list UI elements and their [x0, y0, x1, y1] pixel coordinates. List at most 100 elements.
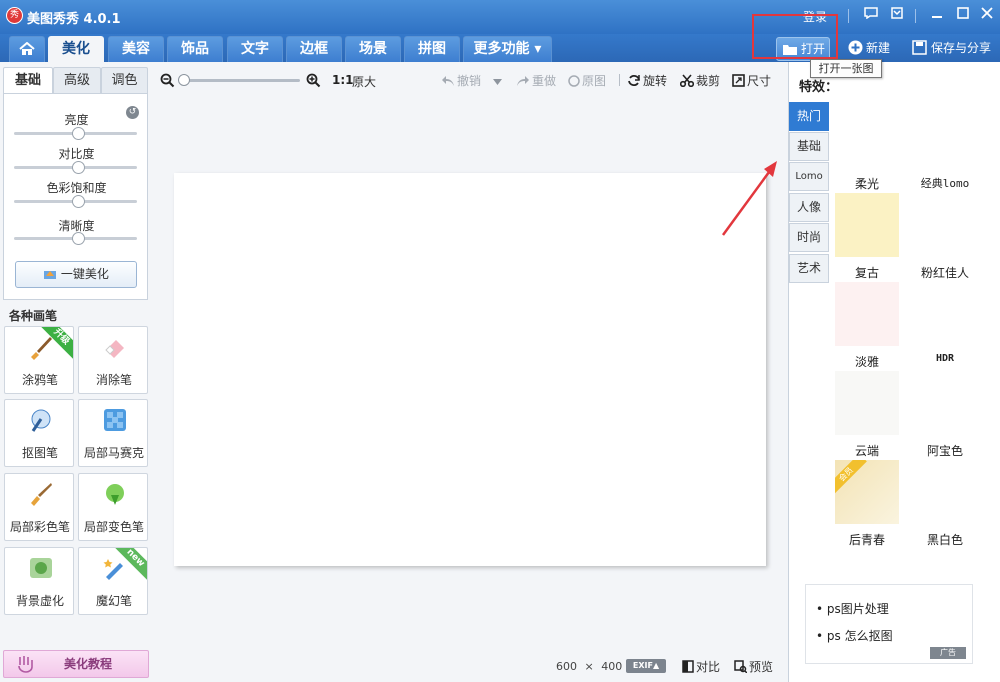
color-brush-button[interactable]: 局部彩色笔 [4, 473, 74, 541]
image-height: 400 [601, 660, 623, 673]
tab-beauty[interactable]: 美容 [108, 36, 164, 62]
effect-abao-color[interactable]: 阿宝色 [909, 365, 981, 458]
preview-icon [734, 660, 747, 673]
effect-cloud[interactable]: 云端 会员 [831, 365, 903, 524]
magic-pen-icon [103, 559, 123, 580]
subtab-color[interactable]: 调色 [101, 67, 148, 93]
skin-icon[interactable] [888, 7, 906, 23]
doodle-brush-button[interactable]: 升级 涂鸦笔 [4, 326, 74, 394]
chevron-down-icon [493, 79, 502, 85]
redo-button[interactable]: 重做 [516, 72, 556, 89]
effect-pink-lady[interactable]: 粉红佳人 [909, 187, 981, 280]
undo-button[interactable]: 撤销 [441, 72, 481, 89]
tab-frame[interactable]: 边框 [286, 36, 342, 62]
original-image-button[interactable]: 原图 [568, 72, 606, 89]
effect-elegant[interactable]: 淡雅 [831, 276, 903, 435]
brushes-title: 各种画笔 [9, 309, 58, 323]
new-button[interactable]: 新建 [848, 37, 890, 59]
sharpness-slider[interactable] [14, 232, 137, 245]
dimension-times: × [584, 660, 594, 673]
tab-accessories[interactable]: 饰品 [167, 36, 223, 62]
crop-label: 裁剪 [696, 74, 721, 88]
undo-icon [442, 76, 454, 86]
brush-label: 涂鸦笔 [21, 373, 58, 387]
rotate-icon [628, 75, 640, 86]
ad-link-2[interactable]: • ps 怎么抠图 [816, 627, 893, 644]
one-click-label: 一键美化 [60, 267, 109, 281]
crop-button[interactable]: 裁剪 [680, 72, 720, 89]
rotate-button[interactable]: 旋转 [627, 72, 667, 89]
message-icon[interactable] [862, 7, 880, 23]
contrast-slider[interactable] [14, 161, 137, 174]
eraser-icon [105, 340, 124, 358]
app-logo-icon: 秀 [6, 7, 23, 24]
mosaic-brush-button[interactable]: 局部马赛克 [78, 399, 148, 467]
exif-button[interactable]: EXIF▲ [626, 659, 666, 673]
effect-hdr[interactable]: HDR [909, 276, 981, 364]
effect-soft-light[interactable]: 柔光 [831, 98, 903, 257]
category-lomo[interactable]: Lomo [789, 162, 829, 191]
brightness-slider[interactable] [14, 127, 137, 140]
slider-knob[interactable] [72, 195, 85, 208]
image-canvas[interactable] [174, 173, 766, 566]
cutout-brush-button[interactable]: 抠图笔 [4, 399, 74, 467]
slider-knob[interactable] [72, 127, 85, 140]
actual-size-button[interactable]: 1:1 [332, 73, 354, 87]
effect-retro[interactable]: 复古 [831, 187, 903, 346]
close-icon[interactable] [978, 7, 996, 23]
category-fashion[interactable]: 时尚 [789, 223, 829, 252]
subtab-advanced[interactable]: 高级 [53, 67, 101, 93]
zoom-slider-knob[interactable] [178, 74, 190, 86]
ad-link-text: ps 怎么抠图 [826, 629, 893, 643]
slider-knob[interactable] [72, 232, 85, 245]
background-blur-button[interactable]: 背景虚化 [4, 547, 74, 615]
tab-collage[interactable]: 拼图 [404, 36, 460, 62]
paintbrush-icon [31, 337, 52, 360]
eraser-brush-button[interactable]: 消除笔 [78, 326, 148, 394]
brush-label: 抠图笔 [21, 446, 58, 460]
tab-more-features[interactable]: 更多功能 ▾ [463, 36, 552, 62]
color-change-brush-button[interactable]: 局部变色笔 [78, 473, 148, 541]
undo-dropdown[interactable] [493, 72, 504, 86]
tab-beautify[interactable]: 美化 [48, 36, 104, 62]
home-icon [19, 41, 35, 55]
effect-black-white[interactable]: 黑白色 [909, 454, 981, 547]
zoom-slider[interactable] [182, 79, 300, 82]
preview-label: 预览 [749, 660, 774, 674]
minimize-icon[interactable] [928, 7, 946, 23]
category-art[interactable]: 艺术 [789, 254, 829, 283]
zoom-in-icon[interactable] [306, 73, 321, 88]
edit-toolbar: 1:1 原大 撤销 重做 原图 旋转 裁剪 尺寸 [154, 62, 784, 98]
tab-text[interactable]: 文字 [227, 36, 283, 62]
tab-scene[interactable]: 场景 [345, 36, 401, 62]
beautify-tutorial-button[interactable]: 美化教程 [3, 650, 149, 678]
image-dimensions: 600 × 400 [556, 660, 622, 673]
one-click-beautify-button[interactable]: 一键美化 [15, 261, 137, 288]
magic-brush-button[interactable]: new 魔幻笔 [78, 547, 148, 615]
ad-link-1[interactable]: • ps图片处理 [816, 600, 889, 617]
new-button-label: 新建 [866, 41, 891, 55]
effect-youth[interactable]: 后青春 [831, 454, 903, 547]
slider-knob[interactable] [72, 161, 85, 174]
toolbar-separator [619, 74, 620, 86]
original-size-label[interactable]: 原大 [352, 73, 376, 90]
effect-classic-lomo[interactable]: 经典lomo [909, 98, 981, 190]
effect-label: 后青春 [848, 533, 885, 547]
maximize-icon[interactable] [954, 7, 972, 23]
cutout-pen-icon [31, 409, 51, 432]
compare-button[interactable]: 对比 [682, 658, 720, 675]
resize-icon [732, 74, 745, 87]
home-tab[interactable] [9, 36, 45, 62]
category-basic[interactable]: 基础 [789, 132, 829, 161]
compare-label: 对比 [696, 660, 721, 674]
zoom-out-icon[interactable] [160, 73, 175, 88]
category-hot[interactable]: 热门 [789, 102, 829, 131]
preview-button[interactable]: 预览 [734, 658, 773, 675]
resize-button[interactable]: 尺寸 [732, 72, 771, 89]
saturation-slider[interactable] [14, 195, 137, 208]
effect-label: 黑白色 [926, 533, 963, 547]
save-share-button[interactable]: 保存与分享 [912, 37, 991, 59]
brush-label: 局部变色笔 [83, 520, 144, 534]
category-portrait[interactable]: 人像 [789, 193, 829, 222]
subtab-basic[interactable]: 基础 [3, 67, 53, 93]
